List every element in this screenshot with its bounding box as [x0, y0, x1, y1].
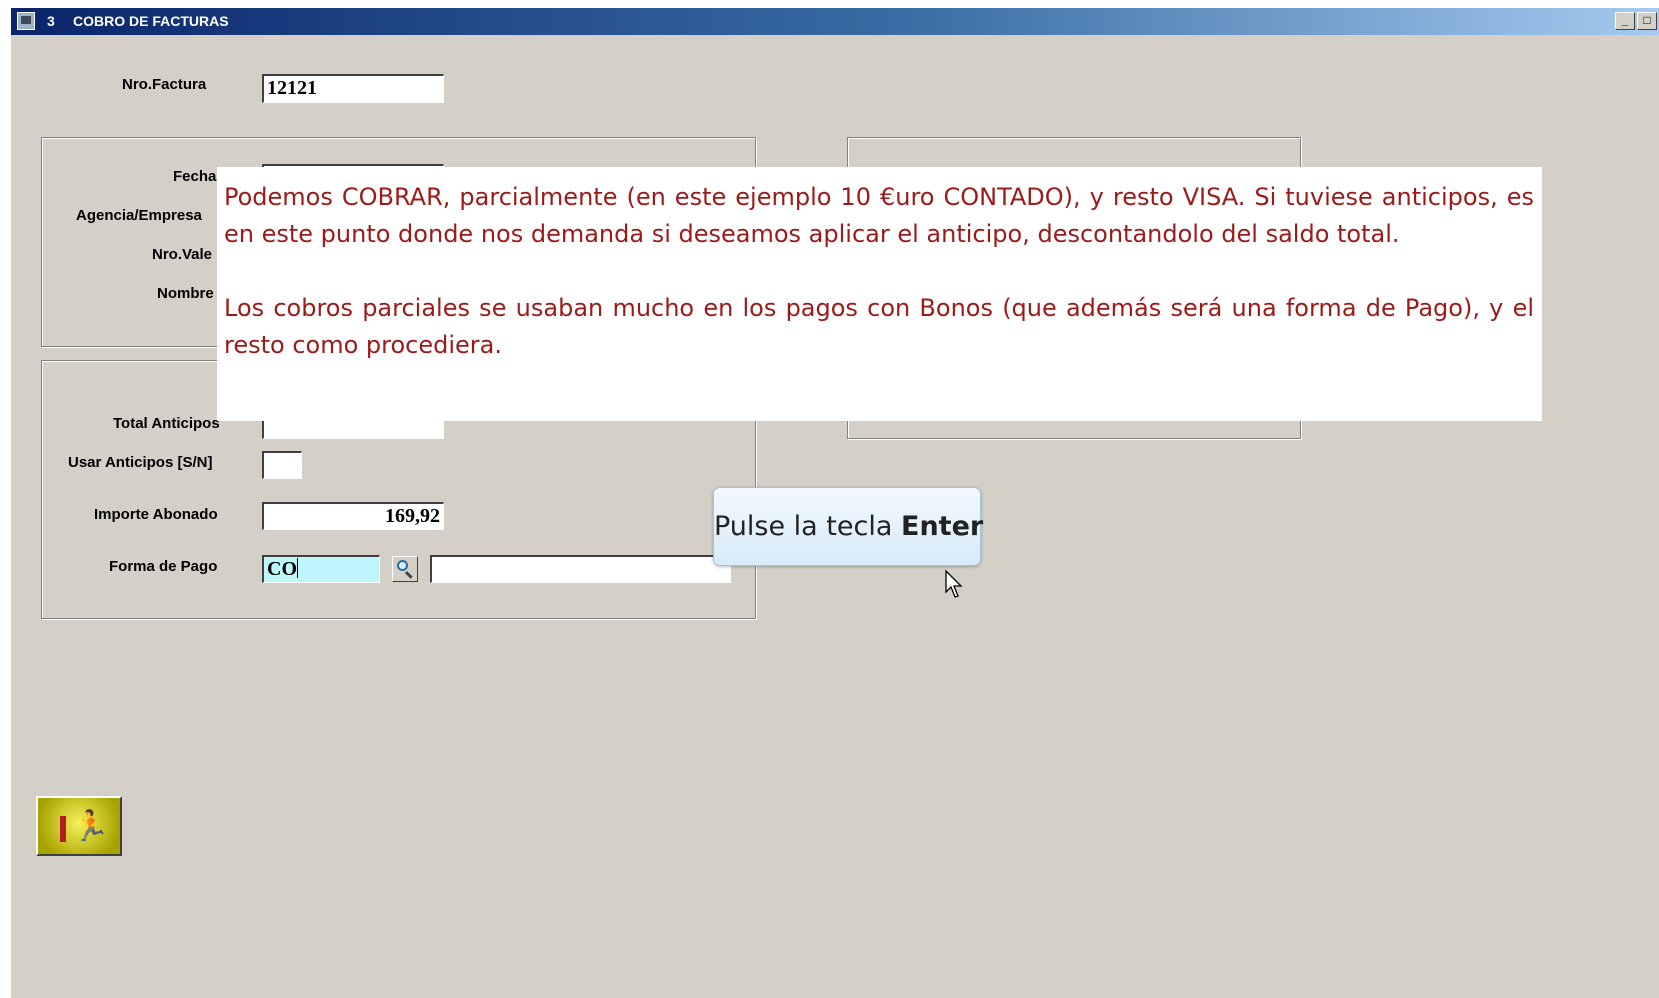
fecha-label: Fecha: [173, 168, 217, 185]
key-hint-key: Enter: [901, 511, 984, 542]
magnifier-icon: [397, 560, 408, 571]
key-hint-prefix: Pulse la tecla: [714, 511, 893, 542]
exit-door-icon: [60, 816, 66, 842]
usar-anticipos-label: Usar Anticipos [S/N]: [68, 454, 213, 471]
explanation-paragraph-2: Los cobros parciales se usaban mucho en …: [224, 294, 1534, 359]
text-caret: [297, 558, 298, 578]
exit-runner-icon: 🏃: [72, 810, 110, 843]
usar-anticipos-input[interactable]: [262, 451, 302, 479]
maximize-button[interactable]: □: [1637, 12, 1657, 30]
importe-abonado-label: Importe Abonado: [94, 506, 218, 523]
key-hint-bubble: Pulse la tecla Enter: [713, 487, 984, 566]
agencia-empresa-label: Agencia/Empresa: [76, 207, 202, 224]
total-anticipos-label: Total Anticipos: [113, 415, 220, 432]
forma-de-pago-input[interactable]: CO: [262, 555, 380, 583]
explanation-overlay: Podemos COBRAR, parcialmente (en este ej…: [217, 167, 1542, 421]
explanation-paragraph-1: Podemos COBRAR, parcialmente (en este ej…: [224, 183, 1534, 248]
forma-de-pago-search-button[interactable]: [392, 556, 418, 582]
nro-factura-label: Nro.Factura: [122, 76, 207, 93]
minimize-button[interactable]: _: [1615, 12, 1635, 30]
title-bar[interactable]: 3 COBRO DE FACTURAS _ □: [11, 8, 1659, 35]
forma-de-pago-description: [430, 555, 731, 583]
window-controls: _ □: [1615, 12, 1657, 30]
forma-de-pago-label: Forma de Pago: [109, 558, 218, 575]
app-window-icon[interactable]: [17, 12, 35, 30]
window-number: 3: [47, 13, 55, 29]
exit-button[interactable]: 🏃: [36, 796, 122, 856]
nro-vale-label: Nro.Vale: [152, 246, 213, 263]
forma-de-pago-value: CO: [267, 558, 297, 580]
window-title: COBRO DE FACTURAS: [73, 13, 229, 29]
mouse-cursor-icon: [945, 570, 963, 598]
nombre-label: Nombre: [157, 285, 214, 302]
importe-abonado-input[interactable]: 169,92: [262, 502, 444, 530]
nro-factura-input[interactable]: 12121: [262, 74, 444, 103]
